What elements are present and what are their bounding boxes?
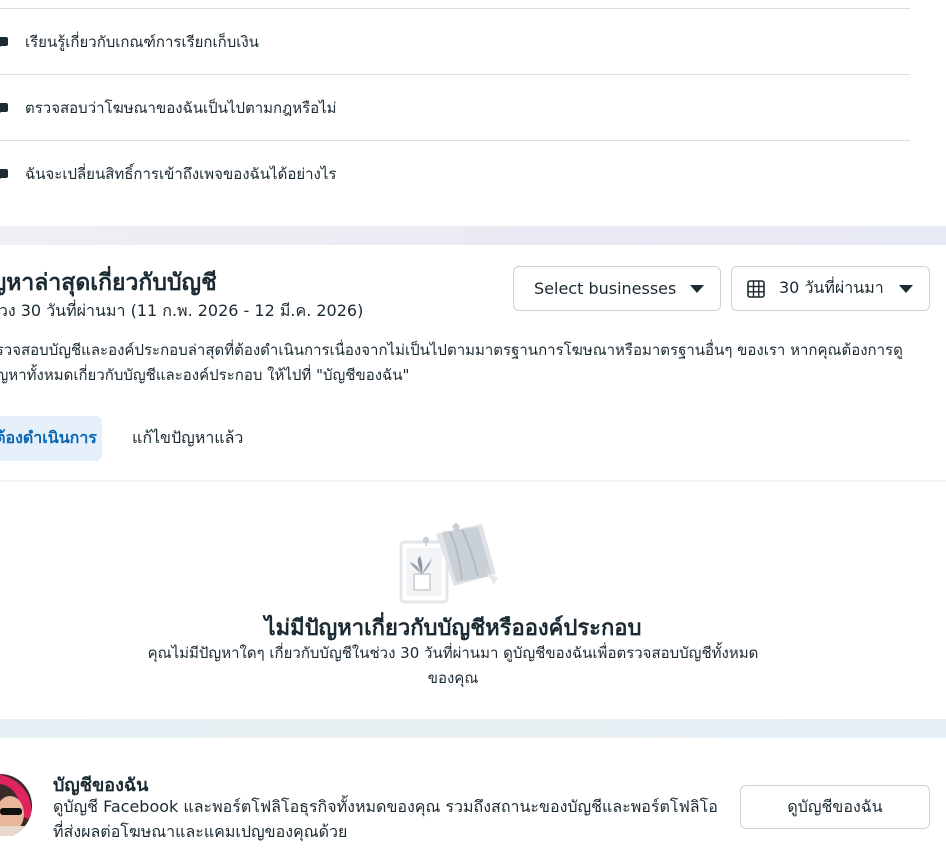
caret-down-icon <box>690 285 704 293</box>
help-article-label: ฉันจะเปลี่ยนสิทธิ์การเข้าถึงเพจของฉันได้… <box>25 165 337 183</box>
tab-action-required[interactable]: ต้องดำเนินการ <box>0 416 102 461</box>
section-title: ปัญหาล่าสุดเกี่ยวกับบัญชี <box>0 270 217 296</box>
date-range-label: 30 วันที่ผ่านมา <box>779 278 884 297</box>
section-description: ตรวจสอบบัญชีและองค์ประกอบล่าสุดที่ต้องดำ… <box>0 341 903 384</box>
date-range-subtitle: ช่วง 30 วันที่ผ่านมา (11 ก.พ. 2026 - 12 … <box>0 301 364 320</box>
tab-bar-shadow <box>0 480 946 483</box>
calendar-table-icon <box>747 279 765 298</box>
section-divider-band <box>0 226 946 245</box>
chat-bubble-icon <box>0 37 8 47</box>
date-range-dropdown[interactable]: 30 วันที่ผ่านมา <box>731 266 930 311</box>
caret-down-icon <box>899 285 913 293</box>
help-article-billing-threshold[interactable]: เรียนรู้เกี่ยวกับเกณฑ์การเรียกเก็บเงิน <box>0 9 910 75</box>
avatar <box>0 774 32 836</box>
view-my-accounts-button[interactable]: ดูบัญชีของฉัน <box>740 785 930 829</box>
empty-state-description: คุณไม่มีปัญหาใดๆ เกี่ยวกับบัญชีในช่วง 30… <box>147 644 759 687</box>
help-article-label: ตรวจสอบว่าโฆษณาของฉันเป็นไปตามกฎหรือไม่ <box>25 99 337 117</box>
help-article-page-access[interactable]: ฉันจะเปลี่ยนสิทธิ์การเข้าถึงเพจของฉันได้… <box>0 141 910 207</box>
empty-state-title: ไม่มีปัญหาเกี่ยวกับบัญชีหรือองค์ประกอบ <box>264 616 642 641</box>
chat-bubble-icon <box>0 103 8 113</box>
empty-state-illustration <box>399 523 498 604</box>
select-businesses-label: Select businesses <box>534 279 677 298</box>
help-article-label: เรียนรู้เกี่ยวกับเกณฑ์การเรียกเก็บเงิน <box>25 33 259 51</box>
help-article-ad-rules[interactable]: ตรวจสอบว่าโฆษณาของฉันเป็นไปตามกฎหรือไม่ <box>0 75 910 141</box>
section-divider-band <box>0 719 946 738</box>
chat-bubble-icon <box>0 169 8 179</box>
my-accounts-description: ดูบัญชี Facebook และพอร์ตโฟลิโอธุรกิจทั้… <box>53 797 718 841</box>
select-businesses-dropdown[interactable]: Select businesses <box>513 266 721 311</box>
tab-resolved[interactable]: แก้ไขปัญหาแล้ว <box>132 416 243 461</box>
view-my-accounts-label: ดูบัญชีของฉัน <box>787 796 883 816</box>
